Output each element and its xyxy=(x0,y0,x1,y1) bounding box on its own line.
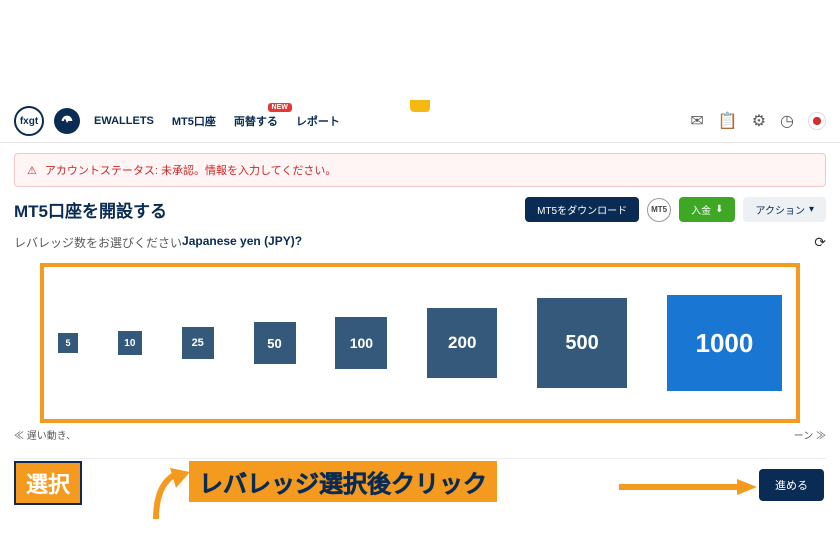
nav-exchange-label: 両替する xyxy=(234,116,278,128)
leverage-25[interactable]: 25 xyxy=(182,327,214,359)
yellow-notch xyxy=(410,100,430,112)
nav-exchange[interactable]: 両替する NEW xyxy=(234,113,278,129)
pager-prev[interactable]: ≪ 遅い動き、 xyxy=(14,427,76,442)
prompt-currency: Japanese yen (JPY)? xyxy=(182,234,302,251)
arrow-right-icon xyxy=(619,477,759,497)
deposit-label: 入金 xyxy=(691,202,711,217)
leverage-1000[interactable]: 1000 xyxy=(667,295,782,391)
nav-report[interactable]: レポート xyxy=(296,113,340,129)
pager-next[interactable]: ーン ≫ xyxy=(794,427,826,442)
clock-icon[interactable]: ◷ xyxy=(780,111,794,131)
leverage-5[interactable]: 5 xyxy=(58,333,78,353)
mt5-circle-badge[interactable]: MT5 xyxy=(647,198,671,222)
gear-icon[interactable]: ⚙ xyxy=(752,111,766,131)
download-mt5-button[interactable]: MT5をダウンロード xyxy=(525,197,639,222)
prompt-row: レバレッジ数をお選びください Japanese yen (JPY)? ⟳ xyxy=(0,226,840,255)
badge-new: NEW xyxy=(268,103,292,112)
annotation-row: 選択 レバレッジ選択後クリック 進める xyxy=(14,458,826,508)
top-blank-region xyxy=(0,0,840,100)
language-flag-jp[interactable] xyxy=(808,112,826,130)
page-title: MT5口座を開設する xyxy=(14,197,167,222)
refresh-icon[interactable]: ⟳ xyxy=(814,234,826,251)
action-label: アクション xyxy=(755,202,805,217)
mail-icon[interactable]: ✉ xyxy=(690,111,703,131)
annotation-select: 選択 xyxy=(14,461,82,505)
download-icon: ⬇ xyxy=(715,204,723,215)
leverage-selector: 5 10 25 50 100 200 500 1000 xyxy=(40,263,800,423)
nav-mt5[interactable]: MT5口座 xyxy=(172,113,216,129)
alert-text: アカウントステータス: 未承認。情報を入力してください。 xyxy=(45,162,336,178)
proceed-button[interactable]: 進める xyxy=(759,469,824,501)
leverage-10[interactable]: 10 xyxy=(118,331,142,355)
leverage-100[interactable]: 100 xyxy=(335,317,387,369)
logo-fxgt[interactable]: fxgt xyxy=(14,106,44,136)
leverage-500[interactable]: 500 xyxy=(537,298,627,388)
action-dropdown[interactable]: アクション ▾ xyxy=(743,197,826,222)
deposit-button[interactable]: 入金 ⬇ xyxy=(679,197,735,222)
title-row: MT5口座を開設する MT5をダウンロード MT5 入金 ⬇ アクション ▾ xyxy=(0,187,840,226)
chevron-down-icon: ▾ xyxy=(809,204,814,215)
nav-items: EWALLETS MT5口座 両替する NEW レポート xyxy=(94,113,340,129)
clipboard-icon[interactable]: 📋 xyxy=(718,111,738,131)
nav-ewallets[interactable]: EWALLETS xyxy=(94,115,154,127)
leverage-50[interactable]: 50 xyxy=(254,322,296,364)
dashboard-icon[interactable] xyxy=(54,108,80,134)
annotation-main: レバレッジ選択後クリック xyxy=(189,461,497,502)
header-right: ✉ 📋 ⚙ ◷ xyxy=(690,111,826,131)
warning-icon: ⚠ xyxy=(27,164,37,177)
leverage-200[interactable]: 200 xyxy=(427,308,497,378)
pager-row: ≪ 遅い動き、 ーン ≫ xyxy=(0,423,840,442)
status-alert: ⚠ アカウントステータス: 未承認。情報を入力してください。 xyxy=(14,153,826,187)
prompt-label: レバレッジ数をお選びください xyxy=(14,234,182,251)
